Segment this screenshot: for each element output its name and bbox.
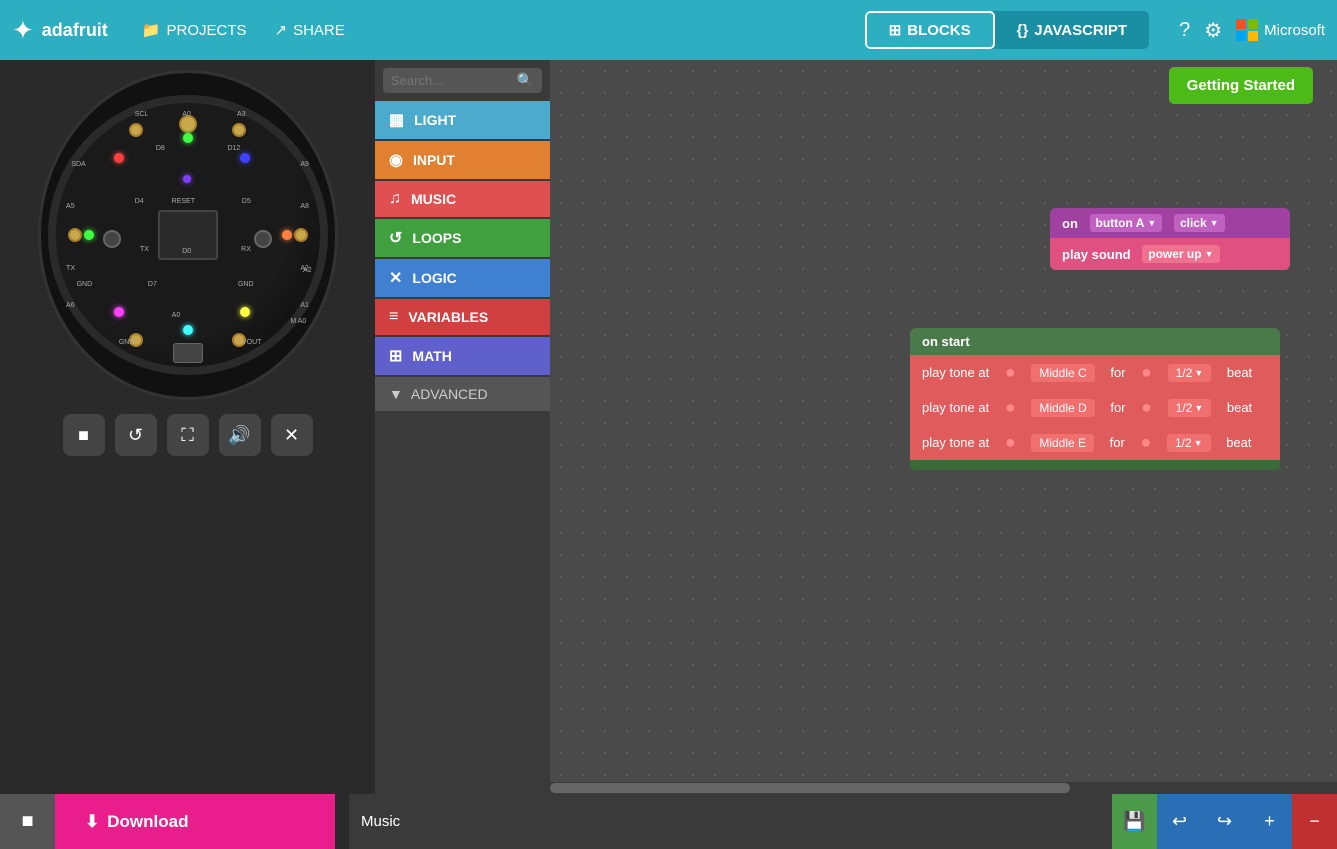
getting-started-button[interactable]: Getting Started: [1169, 67, 1313, 104]
search-box: 🔍: [383, 68, 542, 93]
help-button[interactable]: ?: [1179, 19, 1190, 42]
workspace-scrollbar[interactable]: [550, 782, 1337, 794]
music-icon: ♫: [389, 190, 401, 208]
undo-icon: ↩: [1172, 811, 1187, 832]
header: ✦ adafruit 📁 PROJECTS ↗ SHARE ⊞ BLOCKS {…: [0, 0, 1337, 60]
beat-dot-3: ●: [1140, 432, 1151, 453]
download-label: Download: [107, 812, 188, 832]
zoom-out-icon: −: [1309, 811, 1320, 832]
play-tone-block-3: play tone at ● Middle E for ● 1/2 beat: [910, 425, 1280, 460]
play-tone-block-1: play tone at ● Middle C for ● 1/2 beat: [910, 355, 1280, 390]
logo: ✦ adafruit: [12, 15, 108, 46]
redo-button[interactable]: ↪: [1202, 794, 1247, 849]
beat-dropdown-1[interactable]: 1/2: [1168, 364, 1212, 382]
play-sound-block: play sound power up: [1050, 238, 1290, 270]
bottom-bar: ■ ⬇ Download 💾 ↩ ↪ + −: [0, 794, 1337, 849]
bottom-right-buttons: ↩ ↪ + −: [1157, 794, 1337, 849]
event-dropdown[interactable]: click: [1174, 214, 1225, 232]
blocks-panel: 🔍 ▦ LIGHT ◉ INPUT ♫ MUSIC ↺ LOOPS ✕ LOGI…: [375, 60, 550, 794]
on-start-block: on start play tone at ● Middle C for ● 1…: [910, 328, 1280, 470]
adafruit-logo-icon: ✦: [12, 15, 34, 46]
button-dropdown[interactable]: button A: [1090, 214, 1163, 232]
blocks-toggle-button[interactable]: ⊞ BLOCKS: [865, 11, 995, 49]
beat-dot-2: ●: [1141, 397, 1152, 418]
workspace[interactable]: on button A click play sound power up on…: [550, 60, 1337, 794]
category-math-button[interactable]: ⊞ MATH: [375, 337, 550, 375]
scrollbar-thumb[interactable]: [550, 783, 1070, 793]
logic-icon: ✕: [389, 268, 402, 288]
input-icon: ◉: [389, 150, 403, 170]
sound-sim-button[interactable]: 🔊: [219, 414, 261, 456]
download-icon: ⬇: [85, 812, 99, 832]
math-icon: ⊞: [389, 346, 402, 366]
file-name-input[interactable]: [349, 794, 1112, 849]
save-button[interactable]: 💾: [1112, 794, 1157, 849]
category-music-button[interactable]: ♫ MUSIC: [375, 181, 550, 217]
note-dropdown-3[interactable]: Middle E: [1031, 434, 1094, 452]
tone-note-dot-3: ●: [1005, 432, 1016, 453]
header-right: ? ⚙ Microsoft: [1179, 18, 1325, 43]
on-start-hat: on start: [910, 328, 1280, 355]
play-tone-block-2: play tone at ● Middle D for ● 1/2 beat: [910, 390, 1280, 425]
javascript-toggle-button[interactable]: {} JAVASCRIPT: [995, 11, 1149, 49]
code-icon: {}: [1017, 22, 1029, 39]
category-advanced-button[interactable]: ▼ ADVANCED: [375, 377, 550, 411]
zoom-in-icon: +: [1264, 811, 1275, 832]
stop-button[interactable]: ■: [0, 794, 55, 849]
share-button[interactable]: ↗ SHARE: [265, 15, 355, 45]
expand-sim-button[interactable]: ✕: [271, 414, 313, 456]
note-dropdown-2[interactable]: Middle D: [1031, 399, 1094, 417]
beat-dropdown-3[interactable]: 1/2: [1167, 434, 1211, 452]
pcb-board: A0 SCL A3 SDA A9 A5 A8 A6 A1 GND VOUT D4…: [48, 95, 328, 375]
button-event-block: on button A click play sound power up: [1050, 208, 1290, 270]
zoom-in-button[interactable]: +: [1247, 794, 1292, 849]
note-dropdown-1[interactable]: Middle C: [1031, 364, 1094, 382]
search-input[interactable]: [391, 73, 517, 88]
loops-icon: ↺: [389, 228, 402, 248]
beat-dropdown-2[interactable]: 1/2: [1168, 399, 1212, 417]
main-layout: A0 SCL A3 SDA A9 A5 A8 A6 A1 GND VOUT D4…: [0, 60, 1337, 794]
circuit-board: A0 SCL A3 SDA A9 A5 A8 A6 A1 GND VOUT D4…: [38, 70, 338, 400]
simulator-panel: A0 SCL A3 SDA A9 A5 A8 A6 A1 GND VOUT D4…: [0, 60, 375, 794]
category-light-button[interactable]: ▦ LIGHT: [375, 101, 550, 139]
stop-sim-button[interactable]: ■: [63, 414, 105, 456]
category-input-button[interactable]: ◉ INPUT: [375, 141, 550, 179]
fullscreen-sim-button[interactable]: ⛶: [167, 414, 209, 456]
save-icon: 💾: [1123, 811, 1145, 832]
redo-icon: ↪: [1217, 811, 1232, 832]
ms-grid-icon: [1236, 19, 1258, 41]
sound-name-dropdown[interactable]: power up: [1142, 245, 1219, 263]
variables-icon: ≡: [389, 308, 398, 326]
projects-button[interactable]: 📁 PROJECTS: [132, 15, 257, 45]
folder-icon: 📁: [142, 21, 161, 39]
advanced-chevron-icon: ▼: [389, 386, 403, 402]
settings-button[interactable]: ⚙: [1204, 18, 1222, 43]
search-icon: 🔍: [517, 72, 534, 89]
download-button[interactable]: ⬇ Download: [55, 794, 335, 849]
restart-sim-button[interactable]: ↺: [115, 414, 157, 456]
block-bottom-notch: [910, 460, 1280, 470]
header-nav: 📁 PROJECTS ↗ SHARE: [132, 15, 355, 45]
category-loops-button[interactable]: ↺ LOOPS: [375, 219, 550, 257]
zoom-out-button[interactable]: −: [1292, 794, 1337, 849]
tone-note-dot-1: ●: [1005, 362, 1016, 383]
undo-button[interactable]: ↩: [1157, 794, 1202, 849]
logo-text: adafruit: [42, 20, 108, 41]
tone-note-dot-2: ●: [1005, 397, 1016, 418]
blocks-icon: ⊞: [889, 21, 902, 39]
category-logic-button[interactable]: ✕ LOGIC: [375, 259, 550, 297]
file-name-area: 💾: [349, 794, 1157, 849]
light-icon: ▦: [389, 110, 404, 130]
microsoft-logo: Microsoft: [1236, 19, 1325, 41]
simulator-controls: ■ ↺ ⛶ 🔊 ✕: [63, 414, 313, 456]
share-icon: ↗: [275, 21, 288, 39]
category-variables-button[interactable]: ≡ VARIABLES: [375, 299, 550, 335]
beat-dot-1: ●: [1141, 362, 1152, 383]
editor-toggle: ⊞ BLOCKS {} JAVASCRIPT: [865, 11, 1149, 49]
block-hat-on-button: on button A click: [1050, 208, 1290, 238]
